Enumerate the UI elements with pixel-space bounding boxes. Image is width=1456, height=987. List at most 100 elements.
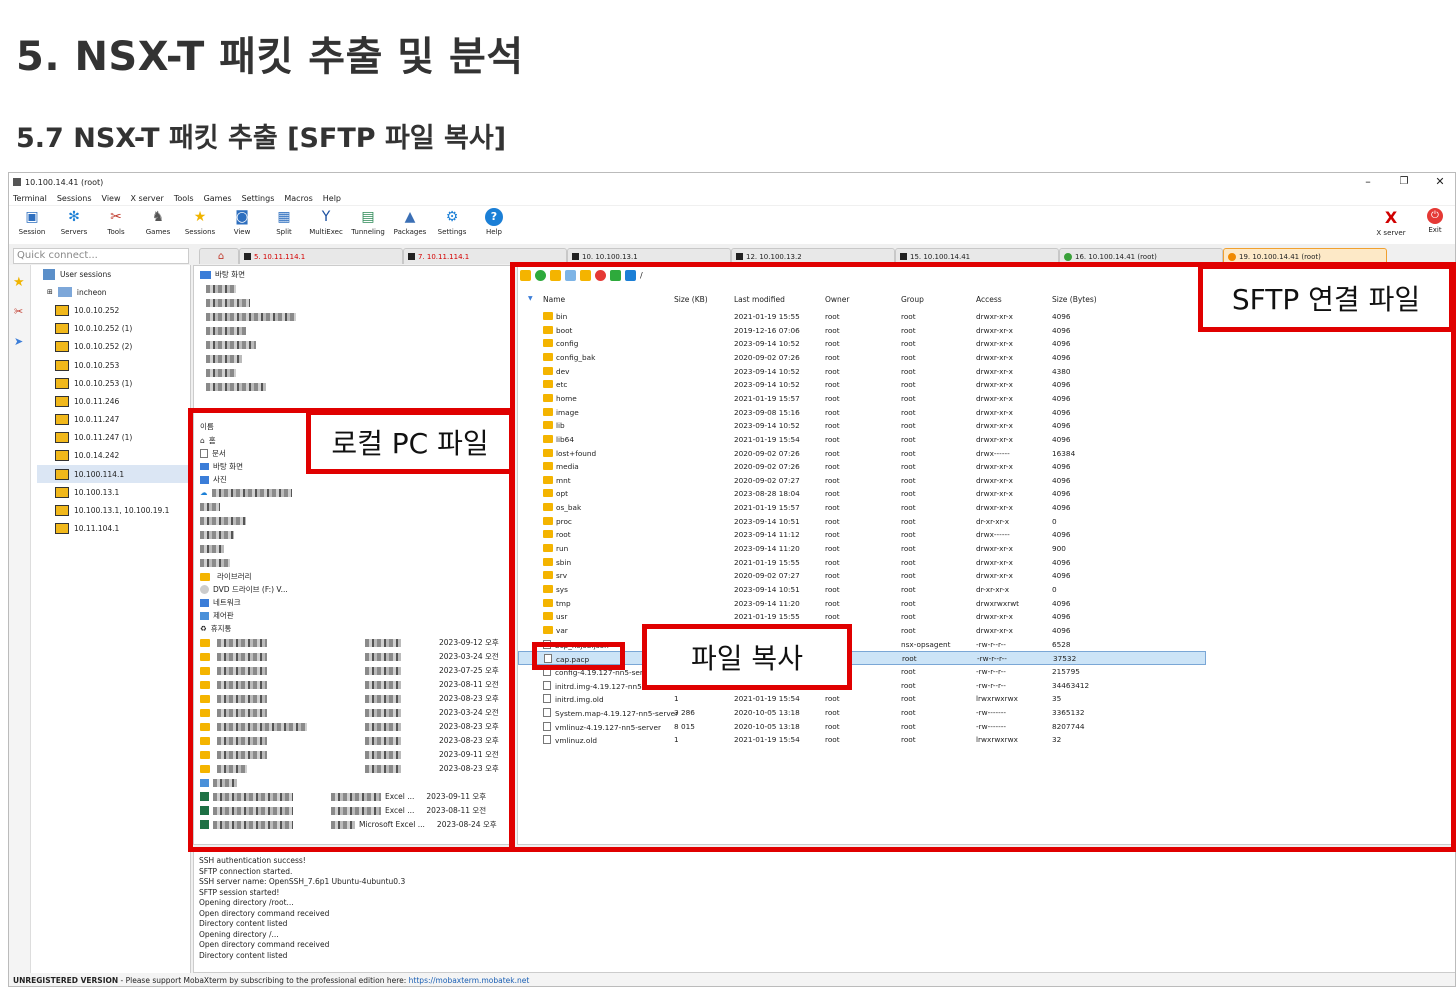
session-item[interactable]: 10.0.10.252 (2) (37, 338, 189, 356)
star-icon[interactable]: ★ (13, 275, 25, 290)
tools-button[interactable]: ✂ Tools (95, 206, 137, 244)
menu-settings[interactable]: Settings (242, 194, 275, 203)
key-icon (55, 450, 69, 462)
session-item[interactable]: 10.0.10.253 (1) (37, 374, 189, 392)
key-icon (55, 414, 69, 426)
exit-button[interactable]: ⏻ Exit (1415, 206, 1455, 244)
terminal-console[interactable]: SSH authentication success! SFTP connect… (193, 849, 1455, 973)
help-icon: ? (485, 208, 503, 226)
view-button[interactable]: ◙ View (221, 206, 263, 244)
split-icon: ▦ (277, 209, 291, 225)
key-icon (55, 395, 69, 407)
key-icon (55, 304, 69, 316)
unregistered-label: UNREGISTERED VERSION (13, 976, 119, 985)
menu-terminal[interactable]: Terminal (13, 194, 47, 203)
help-button[interactable]: ? Help (473, 206, 515, 244)
packages-icon: ▲ (404, 209, 416, 225)
console-line: SFTP session started! (199, 887, 280, 897)
tunneling-button[interactable]: ▤ Tunneling (347, 206, 389, 244)
session-item[interactable]: 10.0.14.242 (37, 447, 189, 465)
send-icon[interactable]: ➤ (14, 335, 23, 348)
session-item[interactable]: 10.0.11.246 (37, 392, 189, 410)
session-item-selected[interactable]: 10.100.114.1 (37, 465, 189, 484)
key-icon (55, 377, 69, 389)
folder-incheon[interactable]: ⊞ incheon (37, 283, 189, 301)
quick-connect-input[interactable]: Quick connect... (13, 248, 189, 264)
key-icon (55, 468, 69, 480)
globe-icon (1228, 252, 1236, 261)
settings-icon: ⚙ (445, 209, 459, 225)
session-item[interactable]: 10.0.10.252 (1) (37, 320, 189, 338)
games-icon: ♞ (151, 209, 165, 225)
packages-button[interactable]: ▲ Packages (389, 206, 431, 244)
local-tree-item[interactable] (206, 338, 256, 351)
console-line: SFTP connection started. (199, 866, 293, 876)
local-tree-item[interactable] (206, 380, 266, 393)
mobatek-link[interactable]: https://mobaxterm.mobatek.net (409, 976, 530, 985)
tab-session-5[interactable]: 5. 10.11.114.1 (239, 248, 403, 264)
sidebar-vertical-tabs: ★ ✂ ➤ (9, 265, 31, 985)
servers-button[interactable]: ✻ Servers (53, 206, 95, 244)
menu-sessions[interactable]: Sessions (57, 194, 92, 203)
session-item[interactable]: 10.0.11.247 (37, 411, 189, 429)
status-text: - Please support MobaXterm by subscribin… (118, 976, 409, 985)
session-item[interactable]: 10.11.104.1 (37, 520, 189, 538)
tunneling-icon: ▤ (361, 209, 375, 225)
window-title: 10.100.14.41 (root) (25, 177, 104, 187)
home-tab[interactable]: ⌂ (199, 248, 239, 264)
xserver-icon: X (1384, 208, 1398, 227)
menu-tools[interactable]: Tools (174, 194, 194, 203)
close-window-button[interactable]: ✕ (1425, 173, 1455, 191)
restore-button[interactable]: ❐ (1389, 173, 1419, 191)
session-item[interactable]: 10.100.13.1 (37, 483, 189, 501)
menu-bar: Terminal Sessions View X server Tools Ga… (9, 191, 1455, 205)
users-icon (43, 268, 55, 280)
key-icon (55, 432, 69, 444)
terminal-icon (736, 253, 743, 260)
terminal-icon (572, 253, 579, 260)
view-icon: ◙ (235, 209, 249, 225)
session-item[interactable]: 10.100.13.1, 10.100.19.1 (37, 501, 189, 519)
tools-icon[interactable]: ✂ (14, 305, 23, 318)
session-item[interactable]: 10.0.10.252 (37, 301, 189, 319)
local-tree-item[interactable] (206, 282, 236, 295)
sessions-sidebar: ★ ✂ ➤ User sessions ⊞ incheon 10.0.10.252… (9, 265, 191, 985)
app-logo-icon (13, 178, 21, 186)
games-button[interactable]: ♞ Games (137, 206, 179, 244)
desktop-icon (200, 270, 211, 279)
console-line: Open directory command received (199, 908, 330, 918)
local-tree-root[interactable]: 바탕 화면 (200, 268, 245, 281)
split-button[interactable]: ▦ Split (263, 206, 305, 244)
menu-view[interactable]: View (102, 194, 121, 203)
menu-macros[interactable]: Macros (284, 194, 312, 203)
settings-button[interactable]: ⚙ Settings (431, 206, 473, 244)
local-tree-item[interactable] (206, 296, 250, 309)
console-line: Opening directory /... (199, 929, 279, 939)
minimize-button[interactable]: – (1353, 173, 1383, 191)
sessions-button[interactable]: ★ Sessions (179, 206, 221, 244)
menu-xserver[interactable]: X server (131, 194, 164, 203)
session-list: User sessions ⊞ incheon 10.0.10.252 10.0.… (37, 265, 189, 538)
menu-games[interactable]: Games (204, 194, 232, 203)
xserver-button[interactable]: XX server (1371, 206, 1411, 244)
key-icon (55, 323, 69, 335)
local-highlight-box (188, 408, 514, 852)
user-sessions-node[interactable]: User sessions (37, 265, 189, 283)
session-item[interactable]: 10.0.10.253 (37, 356, 189, 374)
console-line: SSH authentication success! (199, 856, 306, 865)
monitor-icon: ▣ (25, 209, 39, 225)
sftp-highlight-box (510, 262, 1456, 852)
local-tree-item[interactable] (206, 366, 236, 379)
multiexec-button[interactable]: Y MultiExec (305, 206, 347, 244)
local-tree-item[interactable] (206, 310, 296, 323)
session-item[interactable]: 10.0.11.247 (1) (37, 429, 189, 447)
terminal-icon (408, 253, 415, 260)
session-button[interactable]: ▣ Session (11, 206, 53, 244)
slide-title: 5. NSX-T 패킷 추출 및 분석 (16, 34, 524, 80)
key-icon (55, 523, 69, 535)
local-tree-item[interactable] (206, 324, 246, 337)
terminal-icon (900, 253, 907, 260)
local-tree-item[interactable] (206, 352, 242, 365)
power-icon: ⏻ (1427, 208, 1443, 224)
menu-help[interactable]: Help (323, 194, 341, 203)
